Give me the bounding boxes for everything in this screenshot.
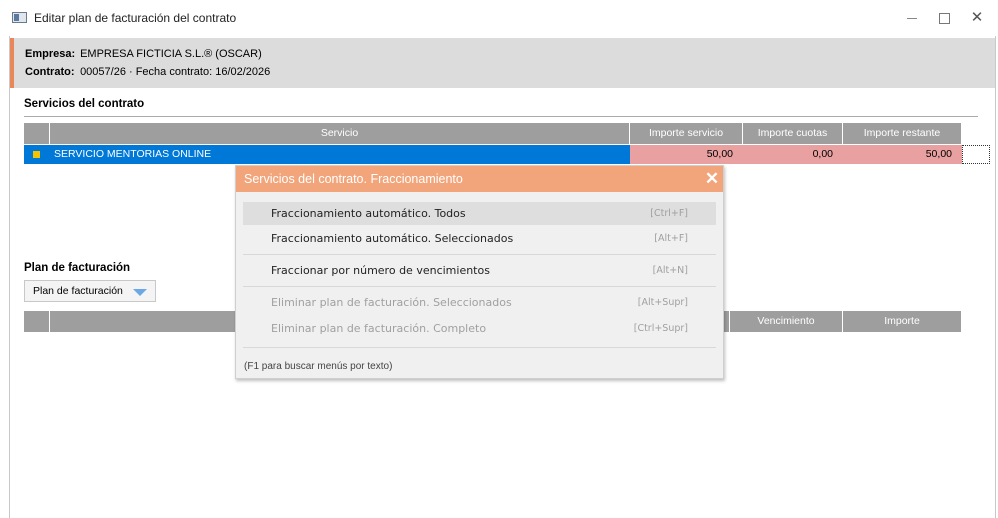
header-accent-bar [10,38,14,88]
contract-header-panel: Empresa: EMPRESA FICTICIA S.L.® (OSCAR) … [10,38,995,88]
contrato-row: Contrato: 00057/26 · Fecha contrato: 16/… [25,66,270,78]
plan-section-title: Plan de facturación [24,262,131,274]
menu-item-eliminar-completo[interactable]: Eliminar plan de facturación. Completo [… [243,317,716,340]
menu-item-fraccionar-vencimientos[interactable]: Fraccionar por número de vencimientos [A… [243,259,716,282]
row-marker-icon [33,151,40,158]
menu-item-shortcut: [Ctrl+F] [650,208,688,219]
cell-servicio[interactable]: SERVICIO MENTORIAS ONLINE [50,145,630,164]
menu-item-eliminar-seleccionados[interactable]: Eliminar plan de facturación. Selecciona… [243,291,716,314]
contrato-label: Contrato: [25,66,75,78]
row-indicator [24,145,50,164]
close-icon[interactable]: ✕ [703,169,721,189]
menu-item-shortcut: [Alt+Supr] [637,297,688,308]
menu-separator [243,286,716,287]
popup-title: Servicios del contrato. Fraccionamiento [236,166,723,192]
column-header-importe-restante[interactable]: Importe restante [843,123,962,144]
app-window-icon [12,12,27,23]
menu-separator [243,254,716,255]
column-header-importe[interactable]: Importe [843,311,962,332]
column-header-importe-cuotas[interactable]: Importe cuotas [743,123,843,144]
cell-importe-servicio[interactable]: 50,00 [630,145,743,164]
menu-item-shortcut: [Alt+F] [654,233,688,244]
close-window-button[interactable]: ✕ [962,6,992,30]
menu-item-fraccionamiento-todos[interactable]: Fraccionamiento automático. Todos [Ctrl+… [243,202,716,225]
menu-item-label: Eliminar plan de facturación. Completo [271,322,487,335]
column-header-vencimiento[interactable]: Vencimiento [730,311,843,332]
empresa-label: Empresa: [25,48,76,60]
contrato-value: 00057/26 · Fecha contrato: 16/02/2026 [80,66,271,78]
empresa-value: EMPRESA FICTICIA S.L.® (OSCAR) [80,48,262,60]
minimize-button[interactable] [897,6,927,30]
popup-search-hint: (F1 para buscar menús por texto) [244,361,393,372]
plan-dropdown-label: Plan de facturación [33,285,123,297]
menu-item-shortcut: [Alt+N] [652,265,688,276]
cell-importe-restante[interactable]: 50,00 [843,145,962,164]
menu-item-shortcut: [Ctrl+Supr] [633,323,688,334]
cell-focus-extra[interactable] [962,145,990,164]
column-header-importe-servicio[interactable]: Importe servicio [630,123,743,144]
row-indicator-header [24,123,50,144]
column-header-servicio[interactable]: Servicio [50,123,630,144]
window-title: Editar plan de facturación del contrato [34,11,237,25]
menu-item-label: Fraccionamiento automático. Seleccionado… [271,232,514,245]
chevron-down-icon [133,289,147,296]
cell-importe-cuotas[interactable]: 0,00 [743,145,843,164]
plan-facturacion-dropdown[interactable]: Plan de facturación [24,280,156,302]
menu-item-label: Fraccionar por número de vencimientos [271,264,490,277]
maximize-button[interactable] [929,6,959,30]
servicios-section-title: Servicios del contrato [24,98,145,110]
menu-item-label: Eliminar plan de facturación. Selecciona… [271,296,512,309]
fraccionamiento-popup-menu: Servicios del contrato. Fraccionamiento … [235,165,724,379]
menu-item-label: Fraccionamiento automático. Todos [271,207,466,220]
title-bar: Editar plan de facturación del contrato … [0,0,998,36]
menu-item-fraccionamiento-seleccionados[interactable]: Fraccionamiento automático. Seleccionado… [243,227,716,250]
empresa-row: Empresa: EMPRESA FICTICIA S.L.® (OSCAR) [25,48,262,60]
plan-row-indicator-header [24,311,50,332]
menu-separator [243,347,716,348]
